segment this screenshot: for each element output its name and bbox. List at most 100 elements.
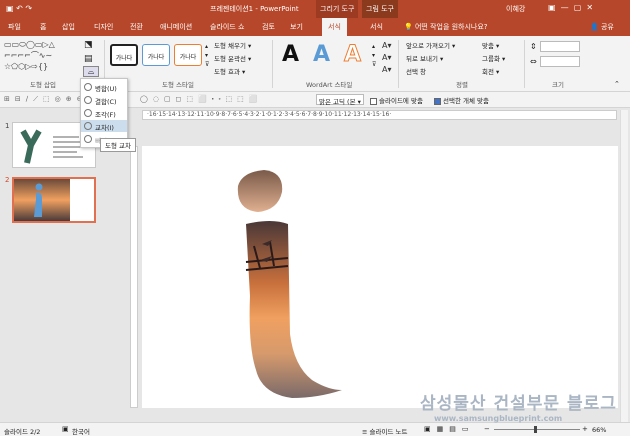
shape-fill-button[interactable]: 도형 채우기 ▾ bbox=[214, 40, 251, 50]
tab-insert[interactable]: 삽입 bbox=[62, 22, 75, 32]
tab-view[interactable]: 보기 bbox=[290, 22, 303, 32]
spellcheck-icon[interactable]: ▣ bbox=[62, 425, 69, 433]
tab-file[interactable]: 파일 bbox=[8, 22, 21, 32]
zoom-slider[interactable] bbox=[494, 429, 580, 430]
menu-item-intersect[interactable]: 교차(I) bbox=[81, 120, 127, 132]
menu-item-union[interactable]: 병합(U) bbox=[81, 81, 127, 93]
separator bbox=[272, 40, 273, 88]
fit-selected-label: 선택한 개체 맞춤 bbox=[443, 97, 489, 105]
tooltip: 도형 교차 bbox=[100, 138, 136, 152]
fit-slide-label: 슬라이드에 맞춤 bbox=[379, 97, 423, 105]
shape-gallery[interactable]: ▭▭⬭◯▭▷△ ⌐⌐⌐⌐⌒∿∼ ☆⬠⬡▷⇨{} bbox=[4, 39, 80, 75]
tell-me-text: 어떤 작업을 원하시나요? bbox=[414, 23, 488, 31]
zoom-level[interactable]: 66% bbox=[592, 426, 606, 434]
tab-animations[interactable]: 애니메이션 bbox=[160, 22, 192, 32]
width-icon: ⇔ bbox=[530, 57, 537, 66]
font-dropdown[interactable]: 맑은 고딕 (본 ▾ bbox=[316, 94, 364, 106]
ribbon-tabs: 파일 홈 삽입 디자인 전환 애니메이션 슬라이드 쇼 검토 보기 서식 서식 … bbox=[0, 18, 630, 36]
save-icon[interactable]: ▣ ↶ ↷ bbox=[6, 4, 32, 13]
window-title: 프레젠테이션1 - PowerPoint bbox=[210, 5, 299, 13]
slide-thumbnail-pane: 1 2 bbox=[0, 108, 100, 422]
edit-shape-icon[interactable]: ⬔ bbox=[84, 40, 93, 50]
tell-me-box[interactable]: 💡 어떤 작업을 원하시나요? bbox=[404, 22, 488, 32]
shape-style-2[interactable]: 가나다 bbox=[142, 44, 170, 66]
intersected-picture-shape[interactable] bbox=[142, 146, 618, 408]
group-button[interactable]: 그룹화 ▾ bbox=[482, 53, 505, 63]
view-buttons[interactable]: ▣▦▤▭ bbox=[424, 425, 474, 433]
letter-i-dot bbox=[237, 170, 283, 212]
width-input[interactable] bbox=[540, 56, 580, 67]
title-bar: ▣ ↶ ↷ 프레젠테이션1 - PowerPoint 그리기 도구 그림 도구 … bbox=[0, 0, 630, 18]
language-status[interactable]: 한국어 bbox=[72, 426, 90, 436]
user-name[interactable]: 이혜강 bbox=[506, 4, 525, 14]
wordart-style-orange[interactable]: A bbox=[343, 42, 361, 68]
text-box-icon[interactable]: ▤ bbox=[84, 54, 93, 64]
menu-item-combine[interactable]: 결합(C) bbox=[81, 94, 127, 106]
shape-outline-button[interactable]: 도형 윤곽선 ▾ bbox=[214, 53, 251, 63]
slide-counter: 슬라이드 2/2 bbox=[4, 428, 41, 436]
separator bbox=[398, 40, 399, 88]
tab-review[interactable]: 검토 bbox=[262, 22, 275, 32]
zoom-out-icon[interactable]: − bbox=[484, 425, 490, 433]
share-label: 공유 bbox=[600, 23, 614, 31]
group-label-size: 크기 bbox=[552, 81, 564, 89]
vertical-ruler bbox=[130, 146, 138, 408]
group-label-insert-shapes: 도형 삽입 bbox=[30, 81, 56, 89]
fragment-icon bbox=[84, 109, 92, 117]
fit-slide-checkbox[interactable]: 슬라이드에 맞춤 bbox=[370, 95, 423, 105]
combine-icon bbox=[84, 96, 92, 104]
shape-style-1[interactable]: 가나다 bbox=[110, 44, 138, 66]
wordart-gallery-scroll[interactable]: ▴ ▾ ⊽ bbox=[372, 42, 376, 69]
menu-item-label: 교차(I) bbox=[95, 124, 114, 132]
separator bbox=[524, 40, 525, 88]
intersect-icon bbox=[84, 122, 92, 130]
send-backward-button[interactable]: 뒤로 보내기 ▾ bbox=[406, 53, 443, 63]
toolbar-icons-2[interactable]: ◯◌▢◻⬚⬜⬝⬞⬚⬚⬜ bbox=[140, 95, 262, 104]
text-fill-icon[interactable]: A▾ A▾ A▾ bbox=[382, 40, 392, 76]
wordart-style-black[interactable]: A bbox=[282, 42, 299, 67]
menu-item-fragment[interactable]: 조각(F) bbox=[81, 107, 127, 119]
style-gallery-scroll[interactable]: ▴ ▾ ⊽ bbox=[205, 42, 209, 69]
notes-label: 슬라이드 노트 bbox=[369, 428, 408, 436]
subtract-icon bbox=[84, 135, 92, 143]
tab-format-drawing[interactable]: 서식 bbox=[322, 18, 347, 36]
slide-number: 1 bbox=[5, 122, 10, 130]
merge-shapes-button[interactable]: ⌓ bbox=[83, 66, 99, 77]
tab-transitions[interactable]: 전환 bbox=[130, 22, 143, 32]
context-tab-drawing-tools: 그리기 도구 bbox=[316, 0, 359, 18]
share-button[interactable]: 👤 공유 bbox=[590, 22, 614, 32]
watermark: 삼성물산 건설부문 블로그 bbox=[420, 394, 617, 414]
vertical-scrollbar[interactable] bbox=[620, 110, 628, 422]
toolbar-icons[interactable]: ⊞⊟∕⟋⬚◎⊕⊖ bbox=[4, 95, 87, 104]
slide-canvas[interactable] bbox=[142, 146, 618, 408]
selection-pane-button[interactable]: 선택 창 bbox=[406, 66, 426, 76]
height-icon: ⇕ bbox=[530, 42, 537, 51]
shape-effects-button[interactable]: 도형 효과 ▾ bbox=[214, 66, 245, 76]
tab-design[interactable]: 디자인 bbox=[94, 22, 113, 32]
zoom-slider-thumb[interactable] bbox=[534, 426, 537, 433]
horizontal-ruler: ·16·15·14·13·12·11·10·9·8·7·6·5·4·3·2·1·… bbox=[142, 110, 617, 120]
union-icon bbox=[84, 83, 92, 91]
tab-slideshow[interactable]: 슬라이드 쇼 bbox=[210, 22, 244, 32]
menu-item-label: 조각(F) bbox=[95, 111, 116, 119]
slide-number: 2 bbox=[5, 176, 10, 184]
tab-home[interactable]: 홈 bbox=[40, 22, 46, 32]
fit-selected-checkbox[interactable]: 선택한 개체 맞춤 bbox=[434, 95, 489, 105]
bring-forward-button[interactable]: 앞으로 가져오기 ▾ bbox=[406, 40, 455, 50]
window-controls[interactable]: ▣ — ▢ ✕ bbox=[548, 3, 593, 12]
collapse-ribbon-icon[interactable]: ⌃ bbox=[614, 80, 620, 88]
shape-style-3[interactable]: 가나다 bbox=[174, 44, 202, 66]
rotate-button[interactable]: 회전 ▾ bbox=[482, 66, 499, 76]
slide-thumbnail-2[interactable] bbox=[12, 177, 96, 223]
tab-format-picture[interactable]: 서식 bbox=[370, 22, 383, 32]
notes-button[interactable]: ≡ 슬라이드 노트 bbox=[362, 426, 407, 436]
align-button[interactable]: 맞춤 ▾ bbox=[482, 40, 499, 50]
watermark-url: www.samsungblueprint.com bbox=[434, 414, 563, 423]
status-bar: 슬라이드 2/2 ▣ 한국어 ≡ 슬라이드 노트 ▣▦▤▭ − + 66% bbox=[0, 422, 630, 436]
slide-2-preview bbox=[14, 179, 70, 221]
menu-item-label: 결합(C) bbox=[95, 98, 117, 106]
wordart-style-blue[interactable]: A bbox=[313, 42, 330, 67]
height-input[interactable] bbox=[540, 41, 580, 52]
letter-i-stem bbox=[246, 221, 342, 398]
zoom-in-icon[interactable]: + bbox=[582, 425, 588, 433]
